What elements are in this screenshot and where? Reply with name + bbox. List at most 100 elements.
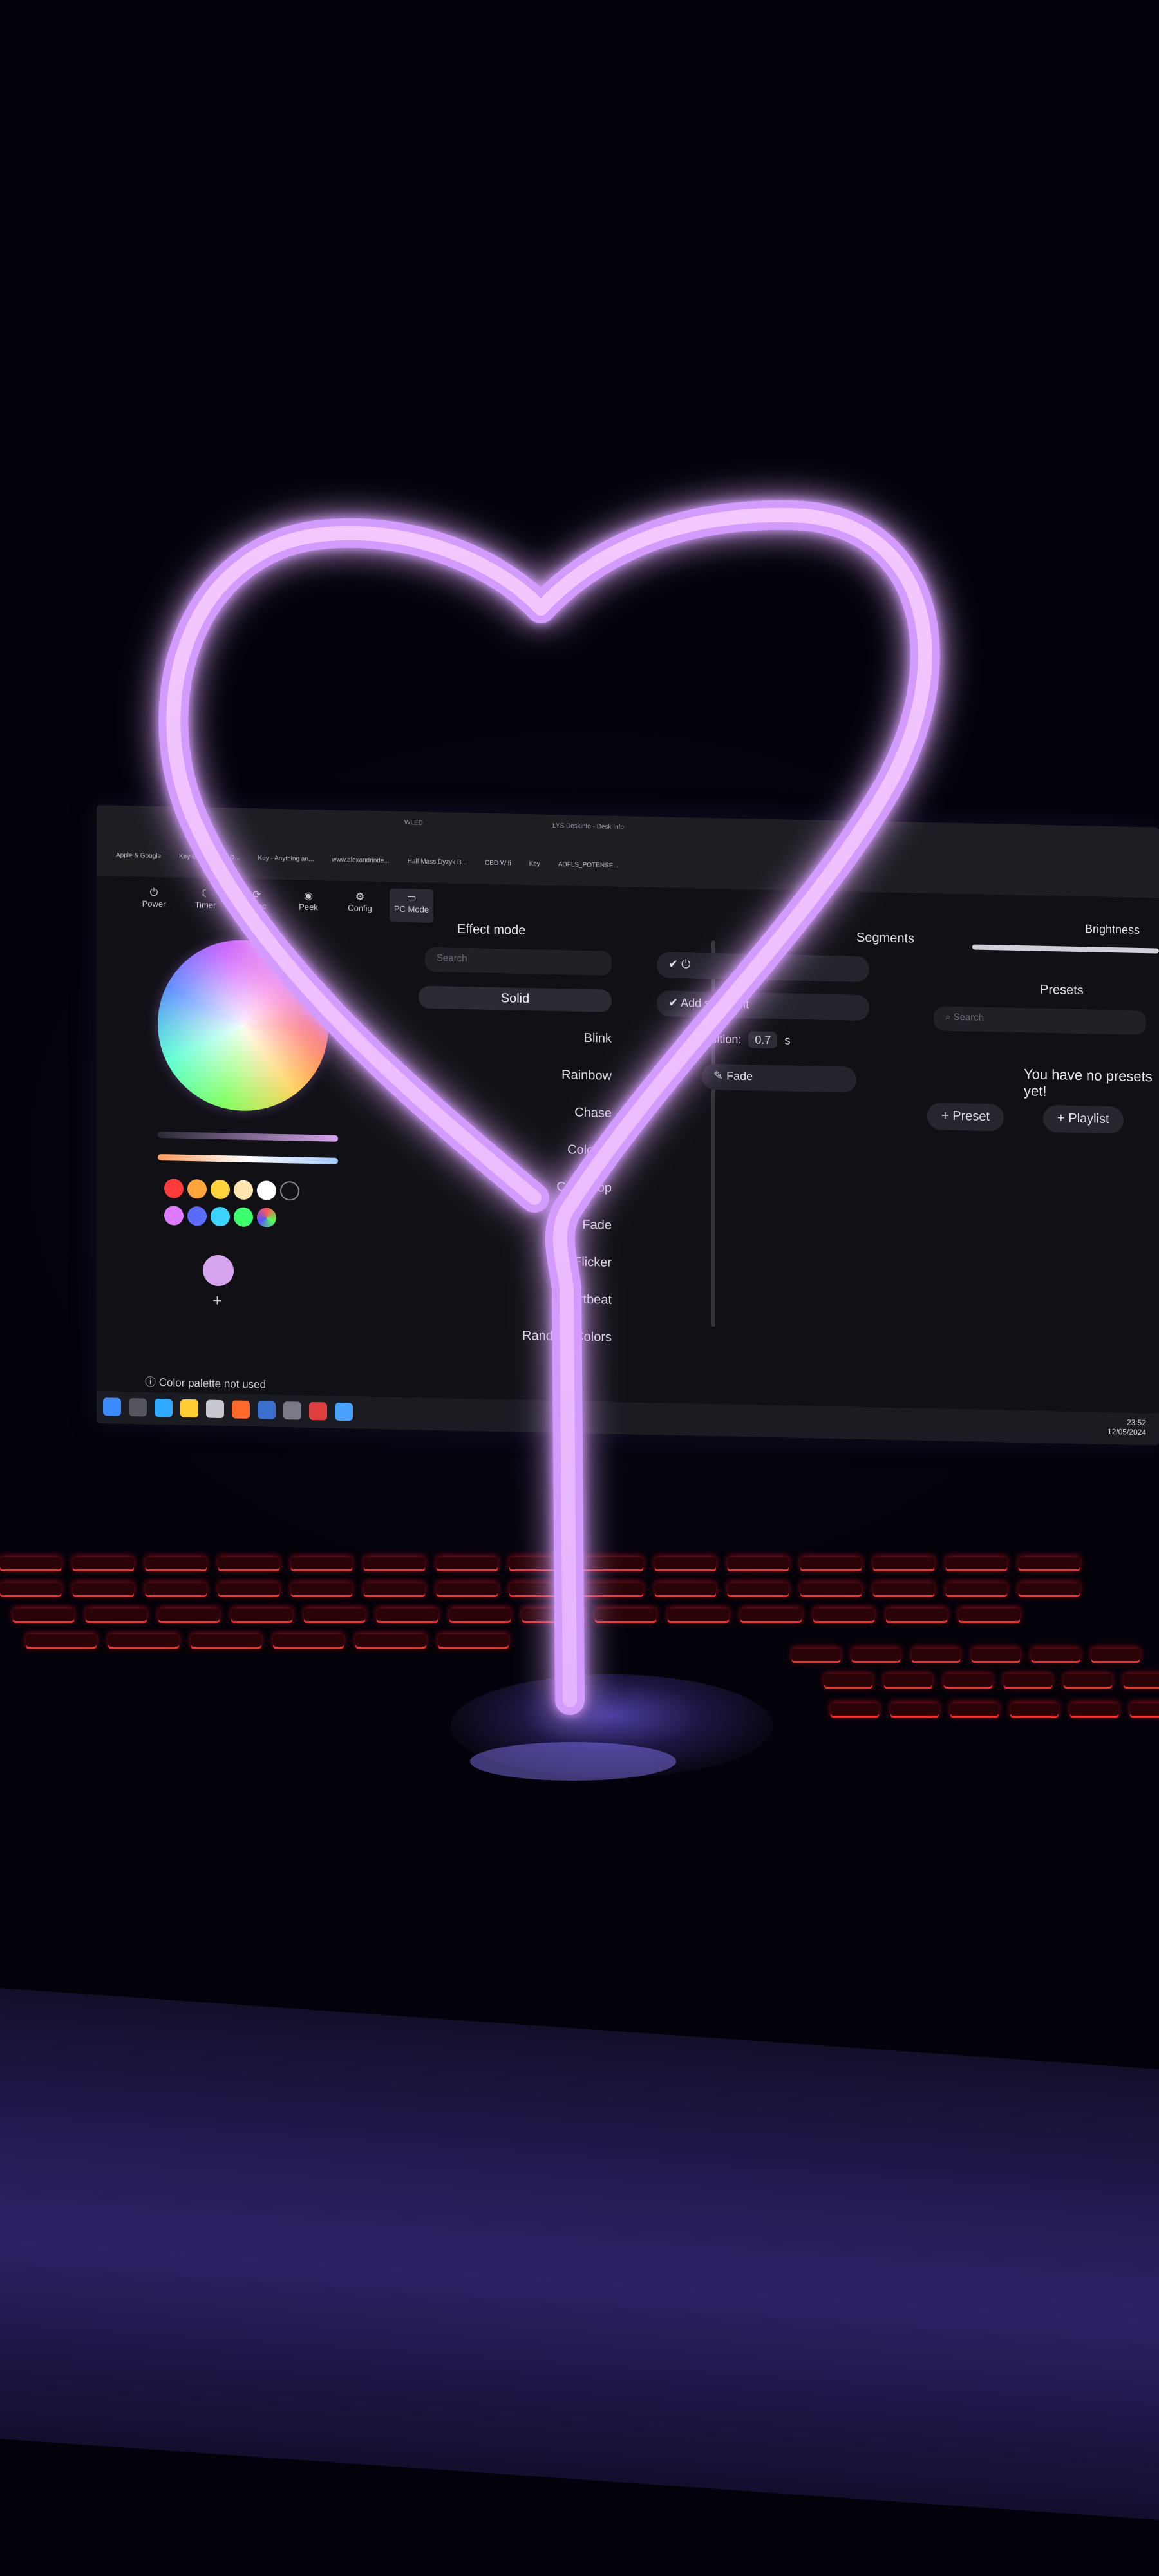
nav-label: Timer (194, 900, 216, 910)
keyboard-key (873, 1557, 934, 1571)
effect-item[interactable]: Solid (419, 985, 612, 1012)
keyboard-key (0, 1557, 61, 1571)
edge-icon[interactable] (155, 1398, 173, 1417)
nav-sync-button[interactable]: ⟳ Sync (235, 886, 279, 920)
keyboard-key (231, 1609, 292, 1623)
keyboard-key (944, 1674, 992, 1689)
chrome-icon[interactable] (309, 1401, 327, 1421)
preset-search-input[interactable]: ⌕ Search (934, 1006, 1146, 1036)
nav-label: Sync (247, 900, 267, 911)
folder-icon[interactable] (180, 1399, 198, 1418)
white-balance-slider[interactable] (158, 1153, 338, 1164)
app-icon[interactable] (283, 1401, 301, 1420)
keyboard-key (1010, 1703, 1059, 1718)
nav-config-button[interactable]: ⚙ Config (338, 887, 382, 922)
effect-search-input[interactable]: Search (425, 947, 612, 976)
nav-power-button[interactable]: ⏻ Power (132, 883, 176, 917)
browser-tab[interactable]: WLED (399, 817, 428, 837)
brightness-color-slider[interactable] (158, 1131, 338, 1142)
fade-row[interactable]: ✎ Fade (702, 1063, 856, 1093)
keyboard-key (946, 1557, 1007, 1571)
nav-label: PC Mode (393, 904, 429, 914)
keyboard-key (728, 1583, 789, 1597)
nav-peek-button[interactable]: ◉ Peek (287, 886, 330, 920)
transition-unit: s (784, 1034, 791, 1047)
keyboard-key (831, 1703, 879, 1718)
effect-item[interactable]: Heartbeat (419, 1289, 612, 1307)
effect-item[interactable]: Blink (419, 1027, 612, 1046)
start-icon[interactable] (103, 1397, 121, 1416)
keyboard-key (890, 1703, 939, 1718)
keyboard-key (873, 1583, 934, 1597)
keyboard-key (191, 1634, 261, 1649)
app-icon[interactable] (232, 1400, 250, 1419)
bookmark[interactable]: www.alexandrinde... (332, 857, 390, 873)
keyboard-key (364, 1557, 425, 1571)
desk-surface (0, 1984, 1159, 2524)
color-swatch[interactable] (211, 1179, 230, 1200)
add-preset-button[interactable]: + Preset (927, 1103, 1004, 1132)
search-icon[interactable] (129, 1398, 147, 1417)
segment-row[interactable]: ✔ ⏻ (657, 952, 869, 983)
check-icon: ✔ ⏻ (668, 957, 691, 971)
nav-timer-button[interactable]: ☾ Timer (184, 884, 227, 918)
color-swatch[interactable] (164, 1179, 184, 1198)
add-color-icon[interactable]: + (212, 1291, 222, 1311)
color-swatch[interactable] (257, 1180, 276, 1200)
brightness-slider[interactable] (972, 944, 1159, 954)
bookmark[interactable]: Key - Anything an... (258, 855, 314, 871)
moon-icon: ☾ (200, 888, 211, 900)
power-icon: ⏻ (149, 887, 158, 898)
color-swatch[interactable] (187, 1206, 207, 1226)
selected-color[interactable] (203, 1255, 234, 1287)
info-icon: ⓘ (145, 1376, 159, 1389)
effect-item[interactable]: Random Colors (419, 1326, 612, 1345)
color-wheel[interactable] (158, 938, 328, 1113)
steam-icon[interactable] (258, 1401, 276, 1419)
effect-item[interactable]: Rainbow (419, 1065, 612, 1083)
keyboard-key (26, 1634, 97, 1649)
palette-note-text: Color palette not used (158, 1376, 267, 1391)
effect-item[interactable]: Fade (419, 1214, 612, 1233)
nav-label: Power (142, 898, 166, 909)
taskbar-clock[interactable]: 23:52 12/05/2024 (1107, 1417, 1146, 1437)
effect-item[interactable]: Chase (419, 1102, 612, 1121)
keyboard-key (355, 1634, 426, 1649)
brightness-title: Brightness (1085, 922, 1140, 936)
bookmark[interactable]: Key GPU, Steam D... (179, 853, 240, 870)
keyboard-key (792, 1649, 840, 1663)
clock-date: 12/05/2024 (1107, 1426, 1146, 1437)
keyboard-key (438, 1634, 509, 1649)
pencil-icon: ✎ (713, 1069, 727, 1083)
add-playlist-button[interactable]: + Playlist (1043, 1104, 1124, 1134)
nav-pcmode-button[interactable]: ▭ PC Mode (390, 888, 433, 923)
color-swatch[interactable] (234, 1207, 253, 1227)
browser-tab[interactable]: LYS Deskinfo - Desk Info (547, 820, 629, 841)
color-swatch[interactable] (187, 1179, 207, 1199)
app-icon[interactable] (335, 1402, 353, 1421)
random-color-swatch[interactable] (257, 1208, 276, 1227)
color-swatch[interactable] (234, 1180, 253, 1200)
keyboard-key (959, 1609, 1020, 1623)
bookmark[interactable]: Half Mass Dyzyk B... (408, 858, 467, 875)
effect-item[interactable]: Colorful (419, 1139, 612, 1158)
keyboard-key (1019, 1583, 1080, 1597)
keyboard-key (86, 1609, 147, 1623)
color-swatch[interactable] (280, 1180, 299, 1201)
keyboard-key (73, 1557, 134, 1571)
keyboard-key (522, 1609, 583, 1623)
add-segment-row[interactable]: ✔ Add segment (657, 990, 869, 1021)
effect-item[interactable]: Fire Flicker (419, 1251, 612, 1270)
store-icon[interactable] (206, 1399, 224, 1419)
bookmark[interactable]: CBD Wifi (485, 860, 511, 876)
color-swatch[interactable] (211, 1206, 230, 1227)
color-swatch[interactable] (164, 1206, 184, 1226)
keyboard-key (886, 1609, 947, 1623)
bookmark[interactable]: ADFLS_POTENSE... (558, 861, 619, 878)
effect-item[interactable]: Colorloop (419, 1177, 612, 1195)
bookmark[interactable]: Key (529, 860, 540, 876)
keyboard-key (800, 1557, 862, 1571)
keyboard-key (146, 1557, 207, 1571)
bookmark[interactable]: Apple & Google (116, 852, 161, 868)
transition-input[interactable]: 0.7 (748, 1031, 778, 1049)
